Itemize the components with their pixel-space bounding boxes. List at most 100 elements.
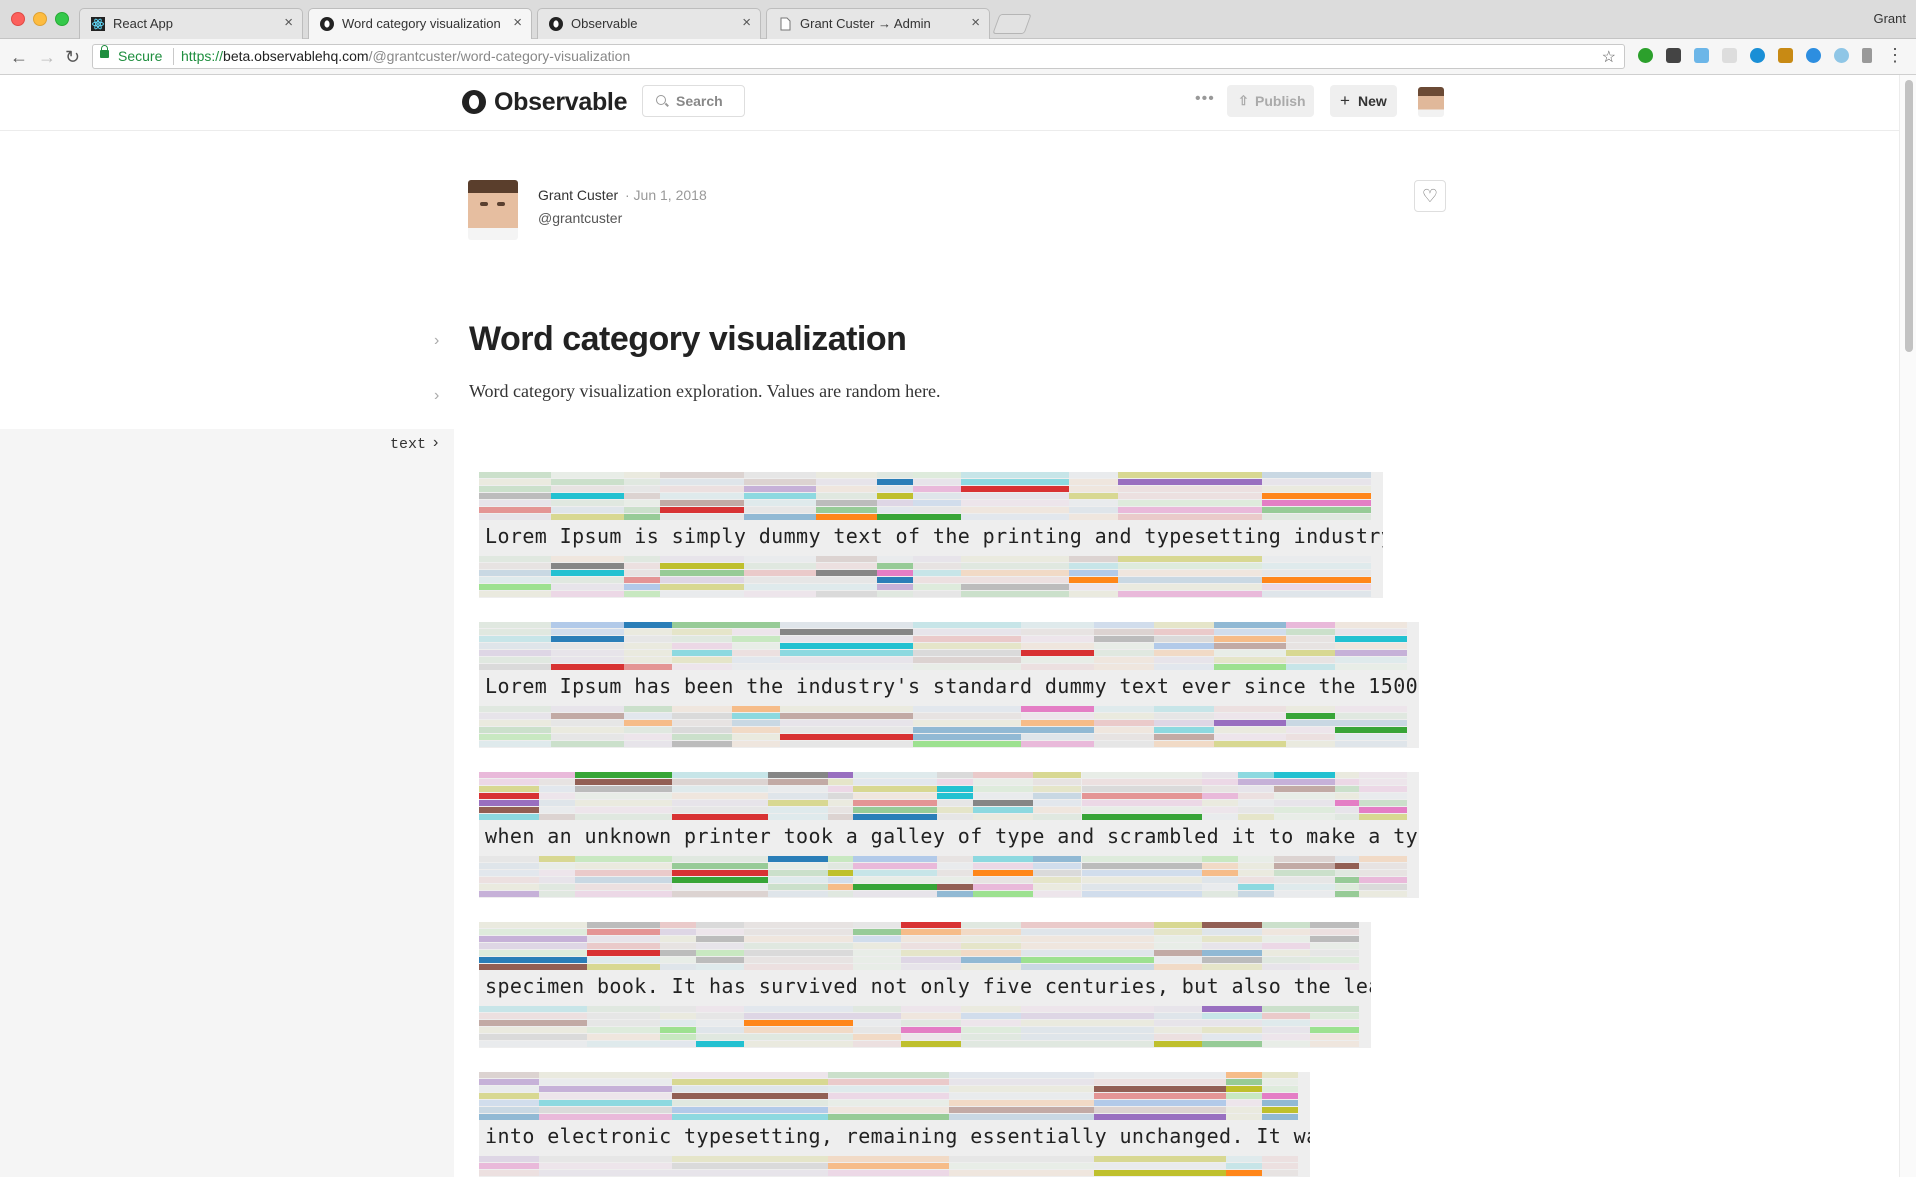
category-stripe [1093, 713, 1154, 719]
category-stripe [936, 786, 974, 792]
close-icon[interactable]: × [971, 14, 980, 31]
category-stripe [587, 1027, 660, 1033]
category-stripe [1274, 807, 1335, 813]
category-stripe [623, 706, 672, 712]
extension-icon[interactable] [1862, 48, 1872, 63]
category-stripe [936, 772, 974, 778]
category-stripe [695, 936, 745, 942]
forward-icon[interactable]: → [38, 47, 56, 68]
category-stripe [961, 486, 1070, 492]
extension-icon[interactable] [1638, 48, 1653, 63]
extension-icon[interactable] [1666, 48, 1681, 63]
category-stripe [623, 720, 672, 726]
category-stripe [1334, 863, 1359, 869]
category-stripe [539, 793, 576, 799]
category-stripe [948, 1100, 1094, 1106]
category-stripe [1262, 936, 1311, 942]
category-stripe [1358, 779, 1407, 785]
address-bar[interactable]: Secure https://beta.observablehq.com/@gr… [92, 44, 1625, 69]
tab-observable[interactable]: Observable × [537, 8, 761, 39]
category-stripe [551, 500, 624, 506]
category-stripe [575, 786, 672, 792]
category-stripe [1238, 800, 1275, 806]
category-stripe [623, 493, 660, 499]
category-stripe [1153, 964, 1202, 970]
category-stripe [1286, 622, 1335, 628]
tab-word-category-visualization[interactable]: Word category visualization / O × [308, 8, 532, 40]
category-stripe [900, 936, 961, 942]
observable-logo-text[interactable]: Observable [494, 88, 627, 117]
category-stripe [1334, 772, 1359, 778]
more-options-button[interactable]: ••• [1195, 90, 1215, 108]
bookmark-star-icon[interactable]: ☆ [1602, 47, 1616, 67]
close-icon[interactable]: × [513, 14, 522, 31]
publish-button[interactable]: ⇧ Publish [1227, 85, 1314, 117]
category-stripe [1358, 793, 1407, 799]
category-stripe [1334, 870, 1359, 876]
heart-icon: ♡ [1421, 186, 1439, 206]
category-stripe [623, 650, 672, 656]
cell-expand-chevron-icon[interactable]: › [434, 332, 439, 350]
reload-icon[interactable]: ↻ [65, 47, 80, 68]
new-tab-button[interactable] [992, 14, 1032, 34]
category-stripe [1117, 486, 1263, 492]
category-stripe [1214, 657, 1287, 663]
extension-icon[interactable] [1834, 48, 1849, 63]
minimize-window-button[interactable] [33, 12, 47, 26]
search-button[interactable]: Search [642, 85, 745, 117]
new-button[interactable]: + New [1330, 85, 1397, 117]
extension-icon[interactable] [1778, 48, 1793, 63]
category-stripe [1262, 1027, 1311, 1033]
category-stripe [876, 514, 913, 520]
category-stripe [1069, 500, 1118, 506]
category-stripe [852, 929, 901, 935]
category-stripe [1334, 734, 1407, 740]
category-stripe [671, 856, 769, 862]
like-button[interactable]: ♡ [1414, 180, 1446, 212]
category-stripe [1117, 493, 1263, 499]
tab-grant-custer-admin[interactable]: Grant Custer → Admin × [766, 8, 990, 39]
cell-name[interactable]: text [390, 436, 426, 453]
close-icon[interactable]: × [742, 14, 751, 31]
category-stripe [1202, 793, 1239, 799]
author-avatar[interactable] [468, 180, 518, 240]
category-stripe [539, 1100, 672, 1106]
category-stripe [768, 891, 829, 897]
category-stripe [1021, 1027, 1154, 1033]
tab-react-app[interactable]: React App × [79, 8, 303, 39]
close-icon[interactable]: × [284, 14, 293, 31]
category-stripe [1117, 577, 1263, 583]
extension-icon[interactable] [1806, 48, 1821, 63]
close-window-button[interactable] [11, 12, 25, 26]
category-stripe [1262, 922, 1311, 928]
category-stripe [1262, 950, 1311, 956]
extension-icon[interactable] [1694, 48, 1709, 63]
author-name[interactable]: Grant Custer [538, 187, 618, 203]
profile-name[interactable]: Grant [1873, 11, 1906, 26]
category-stripe [587, 957, 660, 963]
category-stripe [1033, 884, 1082, 890]
back-icon[interactable]: ← [10, 47, 28, 68]
observable-logo-icon[interactable] [462, 90, 486, 114]
extension-icon[interactable] [1722, 48, 1737, 63]
scrollbar-thumb[interactable] [1905, 80, 1913, 352]
text-line-block: Lorem Ipsum is simply dummy text of the … [479, 472, 1383, 598]
upload-icon: ⇧ [1238, 93, 1249, 108]
category-stripe [961, 964, 1022, 970]
cell-expand-chevron-icon[interactable]: › [433, 434, 438, 452]
user-avatar[interactable] [1418, 87, 1444, 117]
category-stripe [1262, 514, 1371, 520]
category-stripe [1214, 629, 1287, 635]
maximize-window-button[interactable] [55, 12, 69, 26]
category-stripe [659, 591, 745, 597]
category-stripe [1093, 643, 1154, 649]
category-stripe [1262, 1093, 1299, 1099]
category-stripe [539, 772, 576, 778]
author-handle[interactable]: @grantcuster [538, 210, 622, 226]
cell-expand-chevron-icon[interactable]: › [434, 387, 439, 405]
browser-menu-icon[interactable]: ⋮ [1886, 45, 1904, 66]
category-stripe [479, 1034, 588, 1040]
extension-icon[interactable] [1750, 48, 1765, 63]
category-stripe [961, 1041, 1022, 1047]
category-stripe [744, 577, 817, 583]
